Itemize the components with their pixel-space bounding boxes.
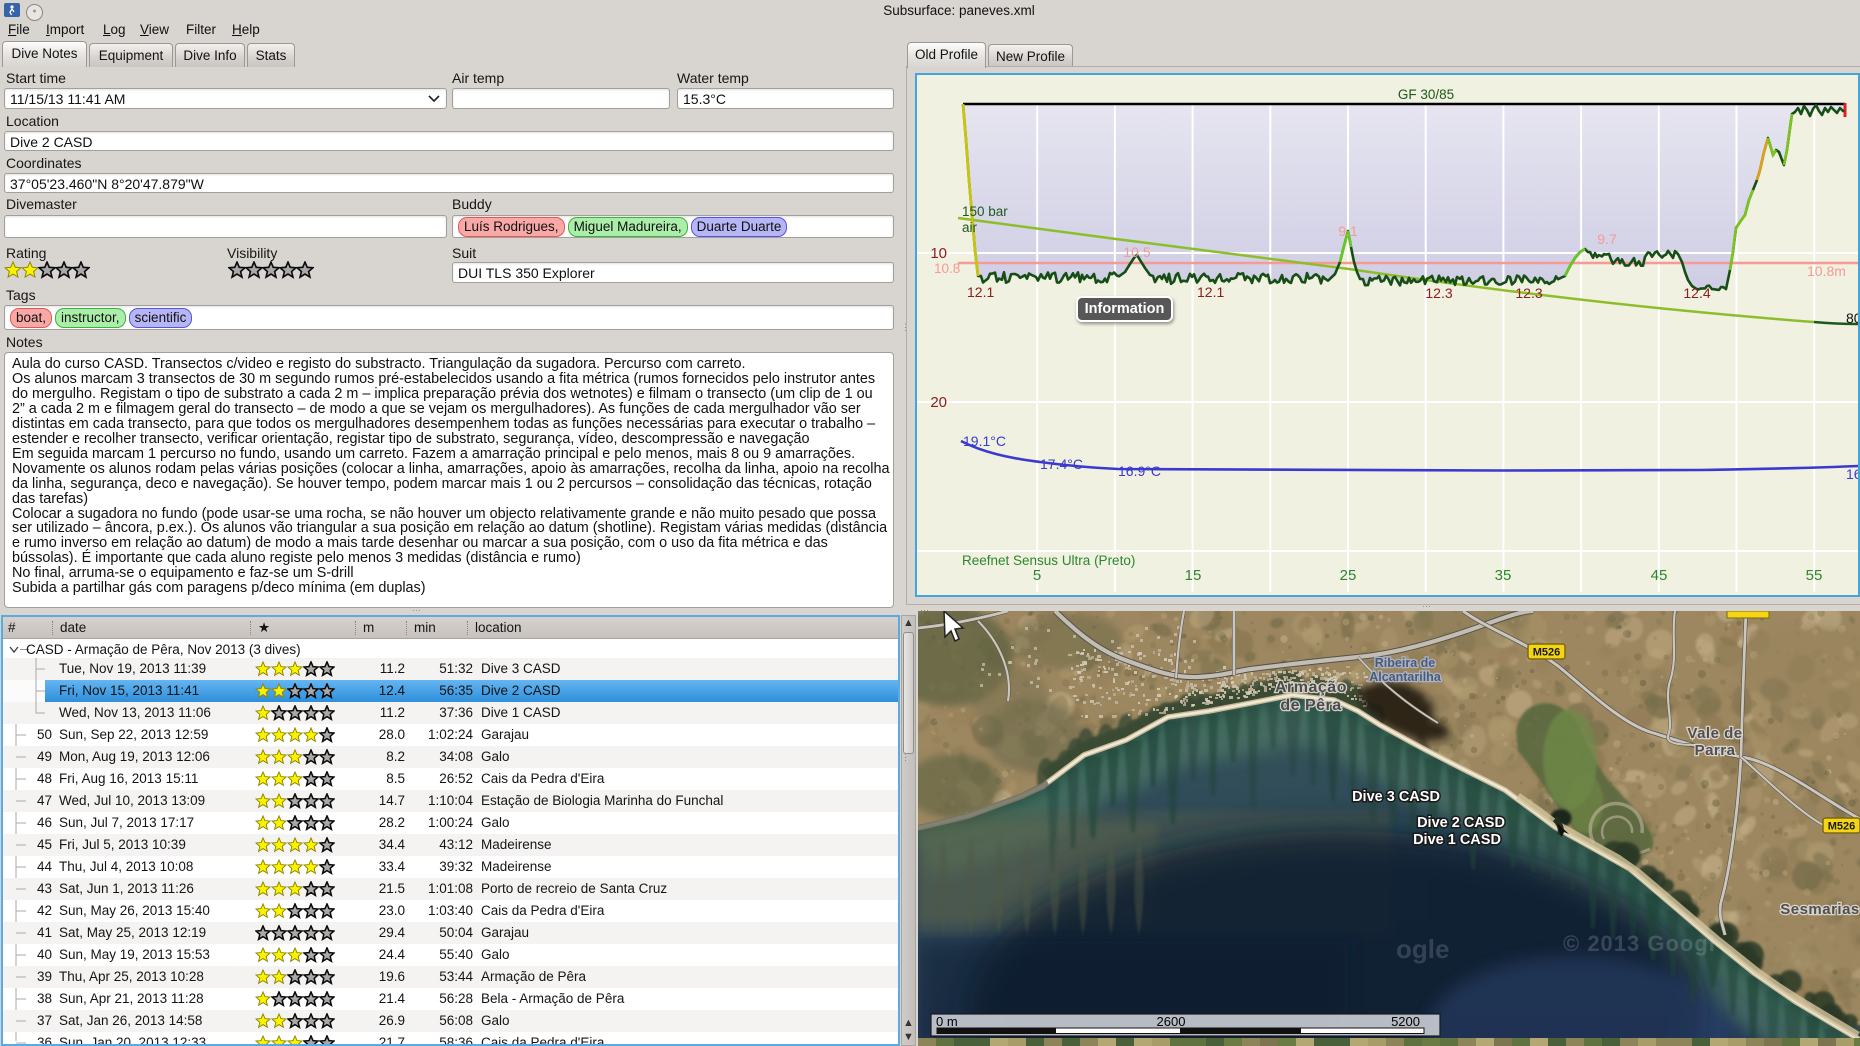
svg-text:16: 16 [1846, 466, 1858, 482]
svg-text:Parra: Parra [1695, 742, 1736, 759]
svg-text:19.1°C: 19.1°C [963, 433, 1006, 449]
svg-text:ogle: ogle [1396, 934, 1449, 964]
svg-text:15: 15 [1185, 567, 1202, 584]
svg-text:Armação: Armação [1275, 679, 1347, 696]
svg-text:20: 20 [930, 394, 947, 411]
svg-text:35: 35 [1495, 567, 1512, 584]
svg-text:0 m: 0 m [936, 1014, 958, 1029]
svg-text:air: air [962, 220, 978, 235]
svg-text:M526: M526 [1828, 821, 1856, 833]
svg-text:17.4°C: 17.4°C [1040, 456, 1083, 472]
svg-text:150 bar: 150 bar [962, 204, 1008, 219]
svg-text:5: 5 [1033, 567, 1041, 584]
svg-text:Dive 2 CASD: Dive 2 CASD [1417, 815, 1505, 831]
svg-text:12.4: 12.4 [1683, 285, 1710, 301]
svg-text:9.7: 9.7 [1597, 231, 1617, 247]
svg-text:12.1: 12.1 [1197, 284, 1224, 300]
svg-text:16.9°C: 16.9°C [1118, 463, 1161, 479]
svg-text:M526: M526 [1533, 647, 1561, 659]
svg-text:Vale de: Vale de [1687, 725, 1742, 742]
svg-text:Reefnet Sensus Ultra (Preto): Reefnet Sensus Ultra (Preto) [962, 553, 1135, 568]
svg-text:GF 30/85: GF 30/85 [1398, 87, 1454, 102]
svg-text:© 2013 Googl: © 2013 Googl [1563, 931, 1716, 956]
svg-text:12.3: 12.3 [1515, 285, 1542, 301]
svg-text:Ribeira de: Ribeira de [1375, 656, 1435, 670]
svg-text:5200: 5200 [1391, 1014, 1420, 1029]
svg-text:45: 45 [1651, 567, 1668, 584]
svg-text:12.3: 12.3 [1425, 285, 1452, 301]
svg-text:Sesmarias: Sesmarias [1780, 901, 1860, 918]
svg-text:80: 80 [1846, 310, 1858, 326]
svg-text:55: 55 [1806, 567, 1823, 584]
svg-text:2600: 2600 [1157, 1014, 1186, 1029]
svg-text:10.5: 10.5 [1123, 244, 1150, 260]
svg-text:10.8: 10.8 [934, 261, 960, 276]
svg-text:10.8m: 10.8m [1807, 263, 1846, 279]
svg-text:12.1: 12.1 [967, 284, 994, 300]
svg-text:de Pêra: de Pêra [1280, 697, 1341, 714]
svg-text:Alcantarilha: Alcantarilha [1369, 670, 1442, 684]
svg-text:Dive 1 CASD: Dive 1 CASD [1413, 832, 1501, 848]
svg-text:Dive 3 CASD: Dive 3 CASD [1352, 789, 1440, 805]
svg-text:9.1: 9.1 [1338, 223, 1358, 239]
svg-text:25: 25 [1340, 567, 1357, 584]
svg-text:10: 10 [930, 245, 947, 262]
